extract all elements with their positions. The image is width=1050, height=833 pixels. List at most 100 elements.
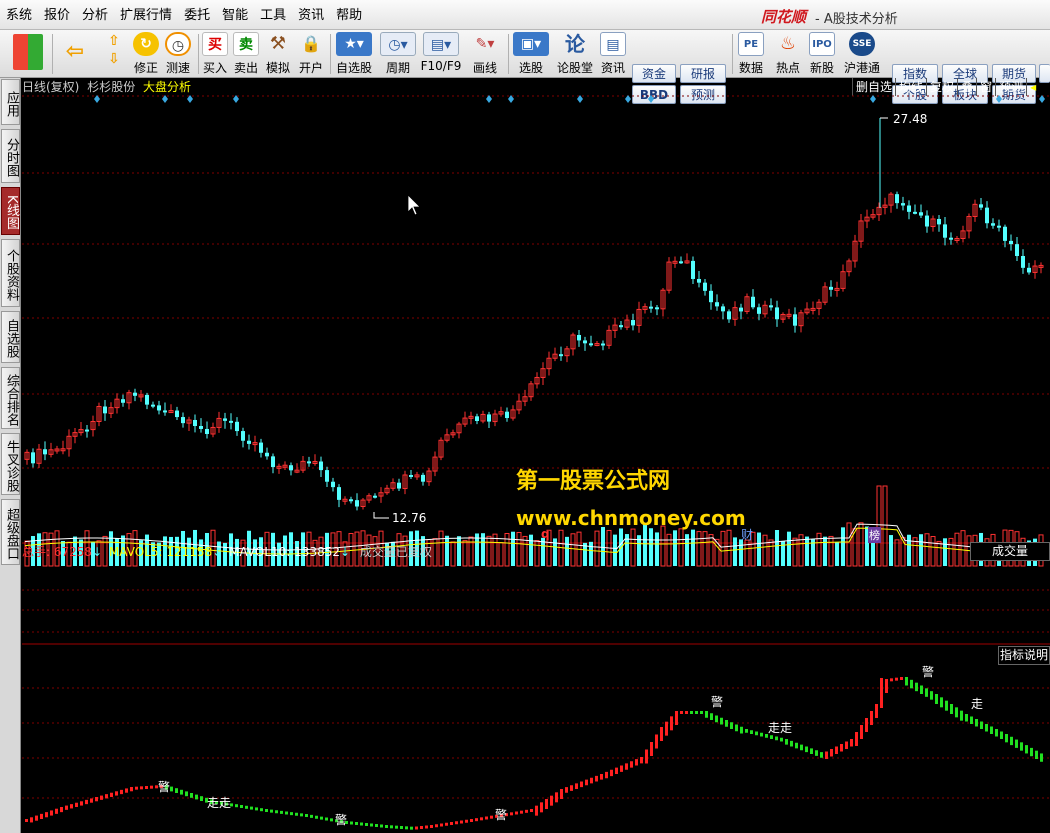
watermark-url: www.chnmoney.com: [516, 506, 746, 530]
chart-area[interactable]: [22, 78, 1050, 833]
signal-segment: [1015, 739, 1018, 748]
candle: [925, 210, 929, 233]
data-button[interactable]: PE 数据: [735, 32, 767, 76]
signal-segment: [850, 739, 853, 747]
candle: [954, 236, 960, 244]
side-tab-kline[interactable]: K线图: [1, 187, 20, 235]
signal-segment: [365, 823, 368, 826]
signal-segment: [190, 793, 193, 798]
pick-stock-button[interactable]: ▣▾ 选股: [510, 32, 552, 76]
simulate-button[interactable]: ⚒ 模拟: [262, 32, 294, 76]
signal-segment: [485, 816, 488, 820]
signal-segment: [435, 824, 438, 828]
menu-system[interactable]: 系统: [0, 0, 38, 30]
f10-button[interactable]: ▤▾ F10/F9: [420, 32, 462, 76]
signal-segment: [575, 783, 578, 789]
new-stock-button[interactable]: IPO 新股: [806, 32, 838, 76]
candle: [24, 449, 30, 465]
volume-bar: [691, 529, 695, 566]
back-button[interactable]: ⇦: [60, 32, 90, 76]
candle: [181, 412, 185, 428]
menu-quote[interactable]: 报价: [38, 0, 76, 30]
windows-logo-button[interactable]: [10, 32, 46, 76]
candle: [1021, 249, 1025, 274]
volume-bar: [666, 533, 672, 567]
signal-segment: [555, 792, 558, 803]
candle: [138, 389, 144, 402]
volume-bar: [498, 542, 504, 567]
volume-pane-label[interactable]: 成交量: [970, 542, 1050, 561]
signal-segment: [925, 688, 928, 697]
signal-segment: [620, 765, 623, 772]
draw-line-button[interactable]: ✎▾ 画线: [466, 32, 504, 76]
marker-q[interactable]: q: [541, 527, 550, 541]
side-tab-bar: 应用 分时图 K线图 个股资料 自选股 综合排名 牛叉诊股 超级盘口: [0, 78, 21, 833]
marker-rank[interactable]: 榜: [868, 527, 881, 543]
windows-logo-icon: [13, 34, 43, 70]
sell-button[interactable]: 卖 卖出: [231, 32, 261, 76]
signal-segment: [425, 825, 428, 829]
candle: [991, 218, 995, 229]
signal-segment: [245, 805, 248, 809]
signal-segment: [755, 731, 758, 736]
side-tab-ranking[interactable]: 综合排名: [1, 367, 20, 429]
menu-trade[interactable]: 委托: [178, 0, 216, 30]
volume-bar: [720, 530, 726, 567]
menu-extended[interactable]: 扩展行情: [114, 0, 178, 30]
volume-bar: [792, 537, 798, 567]
menu-tools[interactable]: 工具: [254, 0, 292, 30]
candle: [168, 404, 174, 414]
signal-segment: [200, 796, 203, 801]
hk-connect-button[interactable]: SSE 沪港通: [840, 32, 884, 76]
signal-segment: [985, 724, 988, 732]
candle: [438, 437, 444, 461]
side-tab-watchlist[interactable]: 自选股: [1, 311, 20, 363]
candle: [762, 300, 768, 318]
side-tab-intraday[interactable]: 分时图: [1, 129, 20, 183]
signal-segment: [70, 804, 73, 809]
signal-segment: [560, 789, 563, 799]
side-tab-apps[interactable]: 应用: [1, 79, 20, 125]
signal-segment: [920, 685, 923, 694]
side-tab-order-book[interactable]: 超级盘口: [1, 499, 20, 565]
menu-help[interactable]: 帮助: [330, 0, 368, 30]
signal-segment: [645, 749, 648, 764]
menu-news[interactable]: 资讯: [292, 0, 330, 30]
volume-bar: [846, 522, 852, 567]
period-button[interactable]: ◷▾ 周期: [378, 32, 418, 76]
volume-bar: [438, 530, 444, 567]
buy-icon: 买: [202, 32, 228, 56]
news-button[interactable]: ▤ 资讯: [598, 32, 628, 76]
nav-updown-button[interactable]: ⇧ ⇩: [100, 32, 128, 76]
signal-segment: [35, 815, 38, 821]
signal-segment: [515, 811, 518, 815]
signal-segment: [630, 761, 633, 768]
indicator-help-button[interactable]: 指标说明: [998, 646, 1050, 665]
low-price-label: 12.76: [392, 511, 427, 525]
candle: [589, 335, 593, 347]
marker-financial[interactable]: 财: [741, 526, 753, 543]
revise-button[interactable]: ↻ 修正: [130, 32, 162, 76]
signal-segment: [595, 775, 598, 782]
menu-smart[interactable]: 智能: [216, 0, 254, 30]
candle: [373, 493, 377, 499]
signal-segment: [65, 805, 68, 810]
candle: [888, 192, 894, 213]
signal-segment: [275, 810, 278, 814]
open-account-button[interactable]: 🔒 开户: [295, 32, 327, 76]
side-tab-stock-info[interactable]: 个股资料: [1, 239, 20, 307]
hot-button[interactable]: ♨ 热点: [772, 32, 804, 76]
speed-test-button[interactable]: ◷ 测速: [162, 32, 194, 76]
volume-bar: [534, 540, 540, 567]
signal-segment: [865, 718, 868, 732]
watchlist-button[interactable]: ★▾ 自选股: [333, 32, 375, 76]
side-tab-diagnose[interactable]: 牛叉诊股: [1, 433, 20, 495]
candle: [577, 330, 581, 347]
volume-total-label: 总手:: [22, 545, 51, 559]
signal-segment: [330, 818, 333, 822]
forum-button[interactable]: 论 论股堂: [555, 32, 595, 76]
menu-analysis[interactable]: 分析: [76, 0, 114, 30]
signal-segment: [450, 822, 453, 825]
buy-button[interactable]: 买 买入: [200, 32, 230, 76]
signal-segment: [85, 799, 88, 805]
